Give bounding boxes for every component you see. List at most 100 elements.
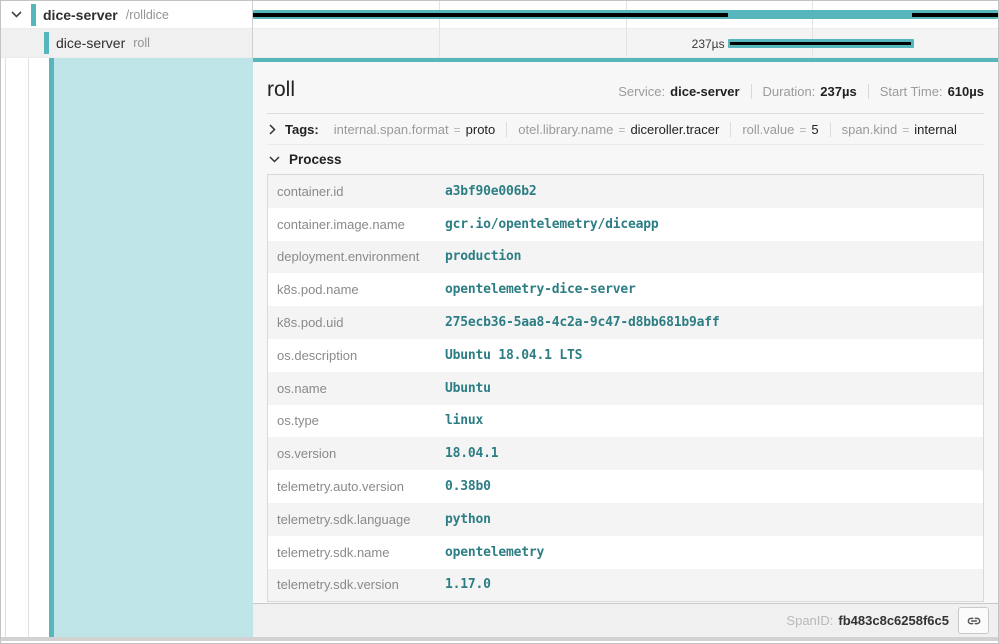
meta-separator (751, 84, 752, 99)
operation-name: /rolldice (126, 8, 169, 22)
bottom-padding (1, 641, 998, 643)
tag-value: diceroller.tracer (630, 122, 719, 137)
process-value: opentelemetry (445, 545, 544, 560)
spanid-label: SpanID: (786, 613, 833, 628)
span-duration-label: 237µs (692, 37, 725, 51)
process-key: container.id (277, 184, 445, 199)
service-name: dice-server (43, 7, 118, 23)
table-row: telemetry.sdk.version 1.17.0 (268, 569, 983, 602)
table-row: telemetry.sdk.name opentelemetry (268, 536, 983, 569)
tag-equals: = (618, 123, 625, 137)
process-value: python (445, 512, 491, 527)
detail-left-rail (1, 58, 253, 637)
process-key: os.description (277, 348, 445, 363)
table-row: os.description Ubuntu 18.04.1 LTS (268, 339, 983, 372)
process-value: Ubuntu (445, 381, 491, 396)
table-row: deployment.environment production (268, 241, 983, 274)
service-name: dice-server (56, 35, 125, 51)
duration-value: 237µs (820, 84, 856, 99)
tag-equals: = (799, 123, 806, 137)
process-value: Ubuntu 18.04.1 LTS (445, 348, 582, 363)
span-color-bar (44, 32, 49, 54)
process-key: os.name (277, 381, 445, 396)
detail-header: roll Service: dice-server Duration: 237µ… (267, 62, 984, 102)
jaeger-trace-view: dice-server /rolldice dice-server roll (0, 0, 999, 644)
table-row: os.version 18.04.1 (268, 437, 983, 470)
process-value: 275ecb36-5aa8-4c2a-9c47-d8bb681b9aff (445, 315, 720, 330)
selected-span-highlight (54, 58, 253, 637)
self-time-stripe (730, 42, 911, 46)
timeline-gridline (439, 29, 440, 57)
process-key: telemetry.sdk.language (277, 512, 445, 527)
timeline-row-roll[interactable]: 237µs (253, 29, 998, 58)
tags-accordion[interactable]: Tags: internal.span.format = proto otel.… (267, 114, 984, 145)
tree-indent-guide (28, 58, 29, 637)
tag-item: roll.value = 5 (730, 122, 829, 137)
span-operation-title: roll (267, 78, 295, 102)
process-kv-table: container.id a3bf90e006b2 container.imag… (267, 174, 984, 602)
tag-item: internal.span.format = proto (323, 122, 507, 137)
service-value: dice-server (670, 84, 739, 99)
timeline-column: 237µs (253, 1, 998, 58)
operation-name: roll (133, 36, 150, 50)
process-value: gcr.io/opentelemetry/diceapp (445, 217, 659, 232)
process-key: telemetry.sdk.name (277, 545, 445, 560)
process-value: linux (445, 413, 483, 428)
tag-value: proto (466, 122, 496, 137)
span-row-roll[interactable]: dice-server roll (1, 29, 252, 58)
tag-equals: = (454, 123, 461, 137)
tag-list: internal.span.format = proto otel.librar… (323, 122, 968, 137)
duration-label: Duration: (763, 84, 816, 99)
tag-item: otel.library.name = diceroller.tracer (506, 122, 730, 137)
process-key: os.type (277, 413, 445, 428)
self-time-stripe (253, 13, 728, 17)
tag-key: roll.value (742, 122, 794, 137)
process-value: 18.04.1 (445, 446, 498, 461)
copy-span-link-button[interactable] (958, 607, 989, 634)
span-rows: dice-server /rolldice dice-server roll (1, 1, 998, 58)
table-row: os.name Ubuntu (268, 372, 983, 405)
chevron-down-icon[interactable] (9, 8, 23, 22)
process-key: telemetry.sdk.version (277, 577, 445, 592)
process-key: container.image.name (277, 217, 445, 232)
process-key: k8s.pod.uid (277, 315, 445, 330)
process-value: production (445, 249, 521, 264)
self-time-stripe (912, 13, 998, 17)
timeline-row-rolldice[interactable] (253, 1, 998, 29)
timeline-gridline (626, 29, 627, 57)
span-bar-roll[interactable] (728, 39, 914, 48)
span-row-rolldice[interactable]: dice-server /rolldice (1, 1, 252, 29)
span-name-column: dice-server /rolldice dice-server roll (1, 1, 253, 58)
tags-label: Tags: (285, 122, 319, 137)
tree-indent-guide (5, 58, 6, 637)
process-value: 0.38b0 (445, 479, 491, 494)
meta-separator (868, 84, 869, 99)
process-key: telemetry.auto.version (277, 479, 445, 494)
process-key: os.version (277, 446, 445, 461)
span-detail-row: roll Service: dice-server Duration: 237µ… (1, 58, 998, 637)
table-row: k8s.pod.name opentelemetry-dice-server (268, 273, 983, 306)
process-label: Process (289, 152, 342, 167)
table-row: container.id a3bf90e006b2 (268, 175, 983, 208)
span-bar-rolldice[interactable] (253, 10, 998, 19)
process-value: a3bf90e006b2 (445, 184, 537, 199)
tag-key: span.kind (842, 122, 898, 137)
start-time-value: 610µs (948, 84, 984, 99)
tag-equals: = (902, 123, 909, 137)
table-row: os.type linux (268, 405, 983, 438)
table-row: container.image.name gcr.io/opentelemetr… (268, 208, 983, 241)
link-icon (966, 613, 982, 629)
process-key: deployment.environment (277, 249, 445, 264)
table-row: telemetry.auto.version 0.38b0 (268, 470, 983, 503)
span-meta: Service: dice-server Duration: 237µs Sta… (618, 84, 984, 99)
service-label: Service: (618, 84, 665, 99)
process-accordion[interactable]: Process (267, 145, 984, 174)
tag-key: otel.library.name (518, 122, 613, 137)
table-row: telemetry.sdk.language python (268, 503, 983, 536)
chevron-down-icon (269, 156, 280, 163)
tag-value: 5 (811, 122, 818, 137)
tag-item: span.kind = internal (830, 122, 968, 137)
process-key: k8s.pod.name (277, 282, 445, 297)
chevron-right-icon (269, 124, 276, 135)
process-value: 1.17.0 (445, 577, 491, 592)
